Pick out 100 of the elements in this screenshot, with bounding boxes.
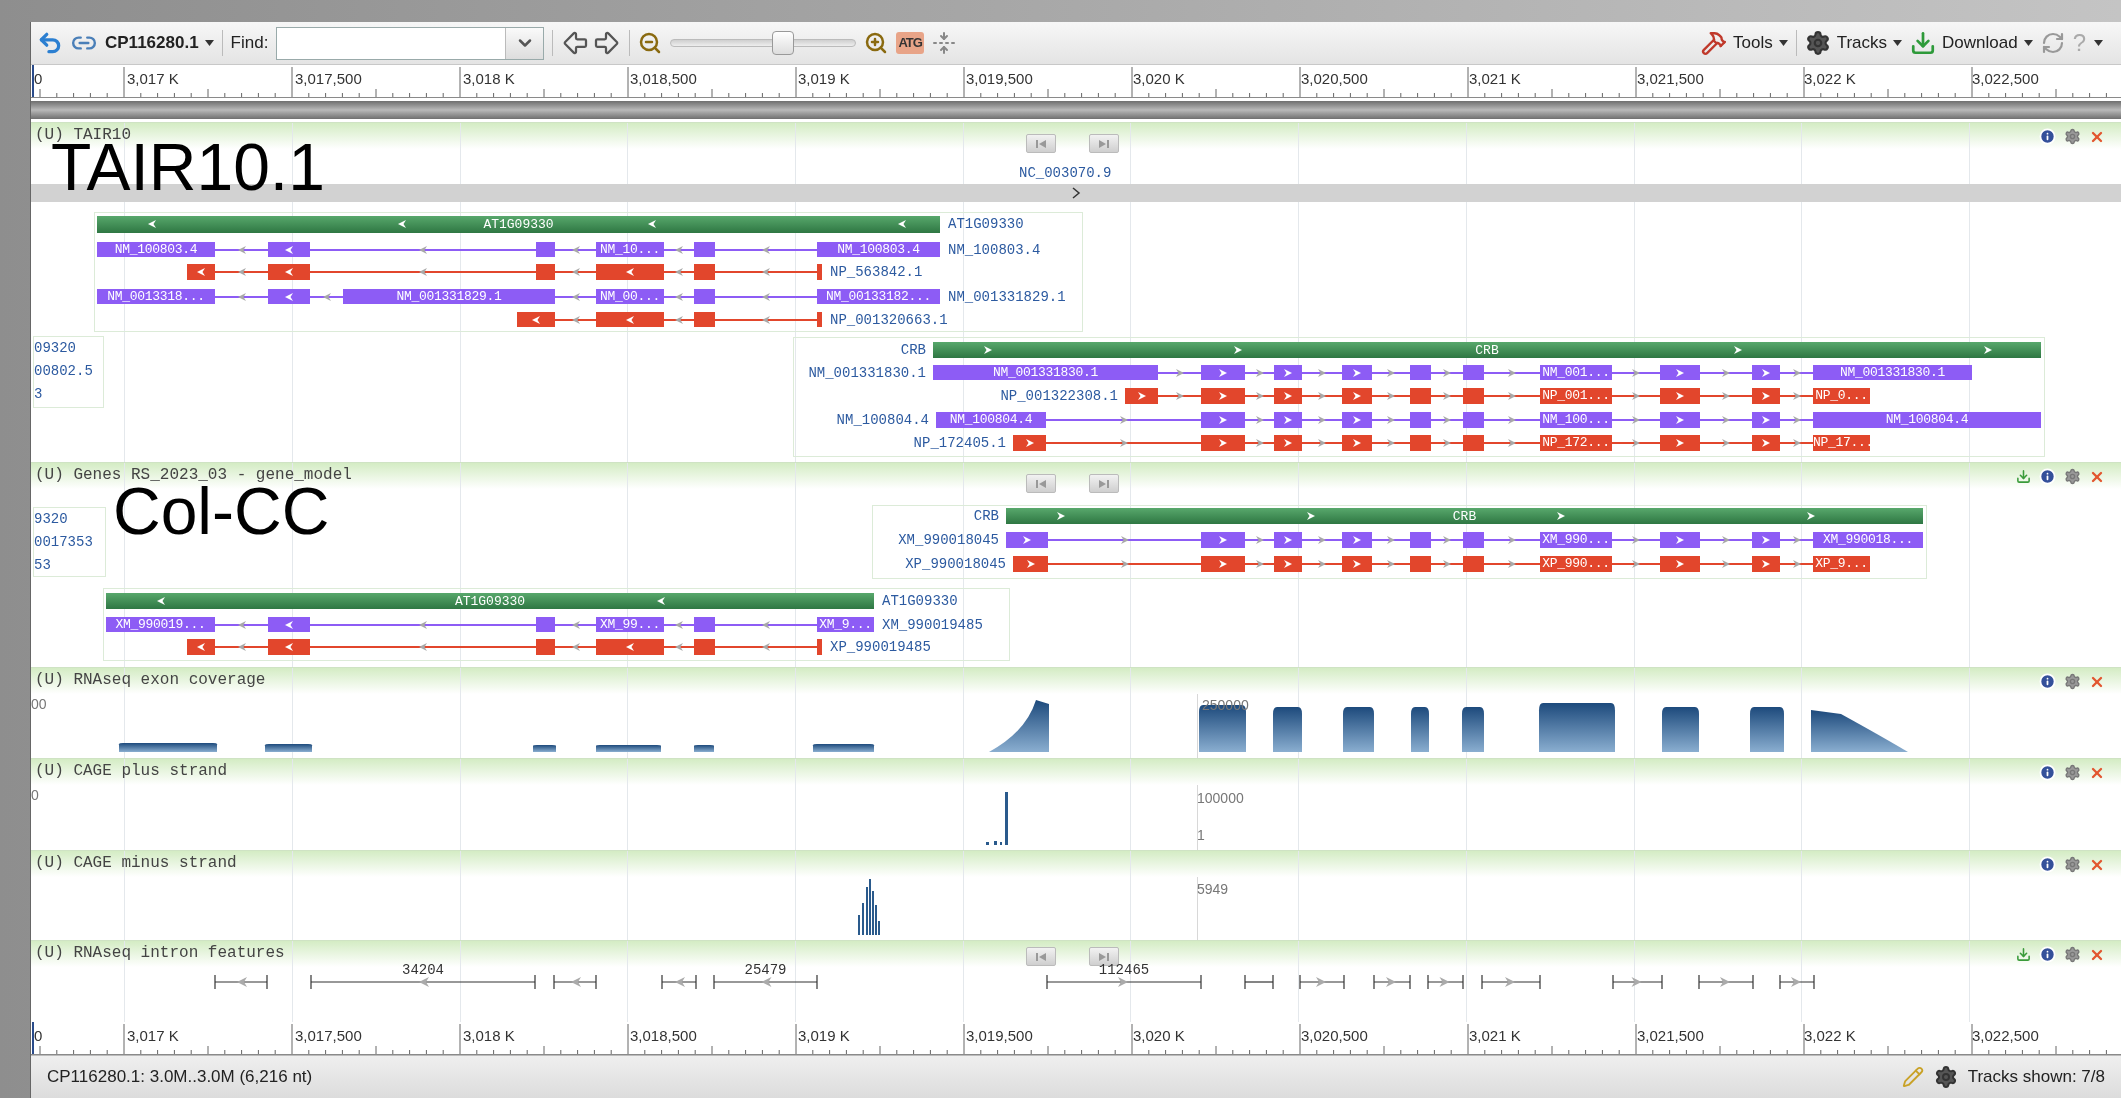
exon-block — [1410, 556, 1431, 572]
ruler-label: 3,020,500 — [1301, 70, 1368, 88]
info-icon[interactable] — [2039, 468, 2056, 485]
feature-label: 09320 — [34, 340, 76, 356]
chevron-icon — [1386, 438, 1396, 448]
intron-count: 112465 — [1098, 962, 1150, 978]
chevron-icon — [284, 619, 294, 630]
exon-block: NM_001... — [1540, 365, 1612, 380]
chevron-icon — [1675, 438, 1685, 448]
overlay-label: Col-CC — [113, 483, 330, 539]
toolbar-menu[interactable]: Download — [1910, 30, 2033, 56]
chevron-icon — [1218, 535, 1228, 545]
exon-block: XM_99... — [596, 617, 664, 632]
skip-back-button[interactable] — [1026, 134, 1056, 153]
chevron-icon — [1254, 367, 1265, 378]
chevron-icon — [761, 267, 771, 277]
tools-icon — [1700, 30, 1727, 56]
skip-end-icon — [1098, 478, 1110, 489]
skip-forward-button[interactable] — [1089, 474, 1119, 493]
chevron-icon — [1675, 391, 1685, 401]
exon-block — [694, 312, 715, 327]
chevron-icon — [1721, 415, 1731, 425]
exon-block: NP_17... — [1813, 435, 1870, 451]
gene-name: AT1G09330 — [948, 216, 1024, 232]
axis-label: 00 — [31, 696, 47, 712]
chevron-icon — [1507, 535, 1517, 545]
chevron-icon — [1317, 559, 1327, 569]
ruler-label: 3,017,500 — [295, 1027, 362, 1045]
skip-forward-button[interactable] — [1089, 134, 1119, 153]
skip-back-button[interactable] — [1026, 947, 1056, 966]
zoom-slider[interactable] — [670, 31, 857, 55]
exon-block — [536, 639, 555, 655]
info-icon[interactable] — [2039, 764, 2056, 781]
toolbar-menu[interactable]: Tools — [1700, 30, 1788, 56]
chevron-icon — [284, 291, 294, 302]
ruler-label: 0 — [34, 1027, 43, 1045]
chevron-icon — [1283, 535, 1293, 545]
exon-block — [1463, 412, 1484, 428]
feature-label: 00802.5 — [34, 363, 93, 379]
chevron-icon — [196, 267, 206, 277]
signal-graph — [986, 792, 1008, 845]
exon-block: NM_100804.4 — [936, 412, 1046, 428]
coverage-peak — [1411, 707, 1429, 752]
skip-forward-button[interactable] — [1089, 947, 1119, 966]
intron-feature — [553, 974, 597, 990]
sequence-name[interactable]: NC_003070.9 — [1019, 165, 1112, 181]
exon-block: XM_9... — [817, 617, 874, 632]
pencil-icon[interactable] — [1901, 1066, 1924, 1088]
chevron-icon — [1733, 345, 1743, 355]
info-icon[interactable] — [2039, 673, 2056, 690]
collapse-icon[interactable] — [931, 31, 956, 55]
exon-block: NM_00... — [596, 289, 664, 304]
back-icon[interactable] — [37, 30, 63, 56]
exon-block: NM_001331830.1 — [1813, 365, 1972, 380]
download-icon[interactable] — [2016, 947, 2031, 962]
info-icon[interactable] — [2039, 856, 2056, 873]
chevron-icon — [284, 642, 294, 652]
exon-block — [817, 639, 822, 655]
chevron-icon — [1983, 345, 1993, 355]
coverage-peak — [813, 744, 874, 752]
intron-feature — [661, 974, 697, 990]
refresh-icon[interactable] — [2040, 31, 2065, 55]
chevron-icon — [674, 244, 684, 255]
chevron-icon — [1761, 535, 1771, 545]
intron-feature — [214, 974, 268, 990]
sequence-dropdown[interactable]: CP116280.1 — [105, 30, 214, 56]
chevron-icon — [1136, 391, 1147, 401]
track-title: (U) CAGE plus strand — [35, 762, 228, 780]
chevron-icon — [1761, 415, 1771, 425]
skip-back-button[interactable] — [1026, 474, 1056, 493]
feature-label: 9320 — [34, 511, 68, 527]
chevron-icon — [1507, 438, 1517, 448]
chevron-icon — [196, 642, 206, 652]
settings-icon[interactable] — [1933, 1065, 1958, 1089]
chevron-icon — [1791, 415, 1802, 425]
skip-end-icon — [1098, 138, 1110, 149]
chevron-icon — [674, 642, 684, 652]
download-icon[interactable] — [2016, 469, 2031, 484]
chevron-icon — [236, 642, 247, 652]
toolbar-menu[interactable]: Tracks — [1804, 30, 1903, 56]
slider-thumb[interactable] — [772, 31, 795, 55]
intron-feature — [1698, 974, 1754, 990]
sequence-view-button[interactable]: ATG — [896, 32, 924, 54]
ruler-label: 3,022 K — [1804, 70, 1856, 88]
chevron-icon — [1254, 391, 1265, 401]
chevron-icon — [418, 619, 428, 630]
chevron-icon — [761, 244, 771, 255]
coverage-peak — [596, 745, 661, 752]
info-icon[interactable] — [2039, 128, 2056, 145]
chevron-icon — [1721, 367, 1731, 378]
zoom-in-icon[interactable] — [864, 31, 889, 55]
chevron-icon — [1283, 367, 1293, 378]
chevron-icon — [570, 314, 581, 325]
chevron-icon — [1556, 511, 1566, 521]
zoom-out-icon[interactable] — [638, 31, 663, 55]
ruler-label: 3,021 K — [1469, 1027, 1521, 1045]
axis-label: 0 — [31, 787, 39, 803]
find-field[interactable] — [276, 26, 545, 60]
skip-start-icon — [1035, 951, 1047, 962]
info-icon[interactable] — [2039, 946, 2056, 963]
